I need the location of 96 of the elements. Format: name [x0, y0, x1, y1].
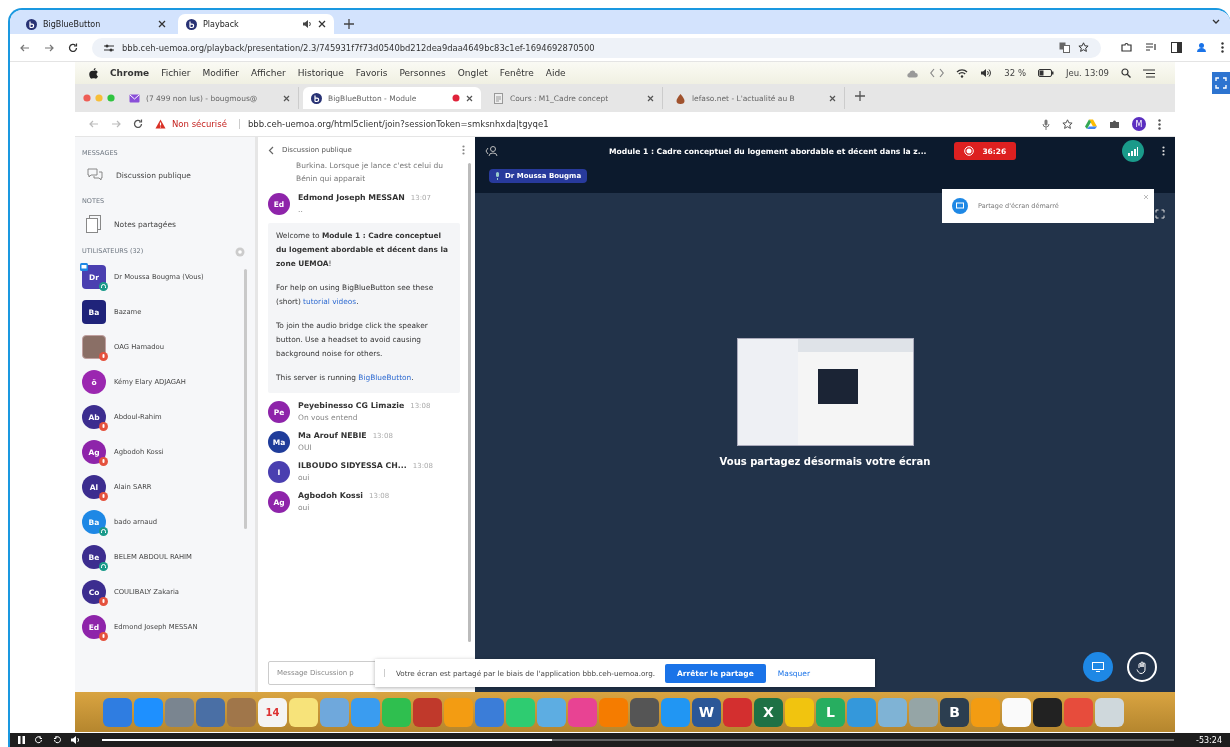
envelope-icon — [129, 92, 140, 104]
browser-tab[interactable]: Playback — [178, 14, 334, 34]
battery-icon — [1037, 69, 1054, 77]
app-icon[interactable]: 14 — [258, 697, 287, 727]
record-icon — [964, 146, 975, 156]
tune-icon — [104, 43, 114, 52]
recording-dot-icon — [452, 94, 460, 102]
monitor-icon — [1092, 662, 1104, 672]
wifi-icon — [956, 68, 969, 78]
list-icon — [1143, 68, 1155, 78]
remaining-time: -53:24 — [1196, 735, 1222, 745]
side-panel-icon — [1171, 42, 1182, 53]
close-icon — [829, 94, 836, 102]
menu-item[interactable]: Personnes — [399, 68, 446, 78]
settings-icon — [235, 247, 245, 257]
app-icon[interactable] — [1033, 697, 1062, 727]
plus-icon — [344, 19, 354, 29]
volume-icon — [71, 736, 80, 744]
battery-percentage: 32 % — [1004, 68, 1026, 78]
forward-icon — [53, 736, 61, 744]
app-menu[interactable]: Chrome — [110, 68, 150, 78]
close-icon — [647, 94, 654, 102]
url-text: bbb.ceh-uemoa.org/playback/presentation/2.3/745931f7f73d0540bd212dea9daa4649bc83c1ef-1694692870500 — [122, 42, 595, 53]
speaker-icon — [980, 68, 993, 78]
notes-icon — [86, 215, 102, 233]
screen-share-button[interactable] — [1083, 652, 1113, 682]
menu-item[interactable]: Historique — [297, 68, 344, 78]
screen-share-status: Vous partagez désormais votre écran — [719, 456, 931, 467]
hand-icon — [1136, 660, 1148, 674]
microphone-icon — [495, 172, 500, 180]
menu-item[interactable]: Favoris — [355, 68, 388, 78]
more-icon — [462, 145, 465, 155]
url-text: bbb.ceh-uemoa.org/html5client/join?sessionToken=smksnhxda|tgyqe1 — [238, 119, 549, 129]
plus-icon — [855, 90, 865, 101]
app-icon[interactable]: W — [692, 697, 721, 727]
connection-status-button[interactable] — [1122, 140, 1144, 162]
address-bar[interactable]: bbb.ceh-uemoa.org/playback/presentation/2.3/745931f7f73d0540bd212dea9daa4649bc83c1ef-1694692870500 — [92, 37, 1101, 58]
forward-arrow-icon — [111, 119, 121, 129]
close-icon — [1143, 194, 1149, 200]
playlist-icon — [1146, 42, 1157, 53]
app-icon[interactable]: B — [940, 697, 969, 727]
fullscreen-icon — [1155, 209, 1165, 219]
rewind-icon — [35, 736, 43, 744]
app-icon[interactable]: X — [754, 697, 783, 727]
fullscreen-button[interactable] — [1212, 72, 1230, 94]
user-list-toggle-icon — [485, 145, 499, 157]
window-controls-icon — [83, 94, 117, 102]
search-icon — [1121, 68, 1131, 78]
chevron-down-icon — [1212, 19, 1220, 25]
menu-item[interactable]: Fichier — [161, 68, 191, 78]
tab-title: Playback — [203, 19, 240, 29]
raise-hand-button[interactable] — [1127, 652, 1157, 682]
apple-logo-icon — [89, 67, 98, 79]
reload-icon — [68, 42, 78, 53]
close-icon — [158, 20, 166, 28]
microphone-icon — [1042, 118, 1050, 130]
flame-icon — [675, 92, 686, 104]
fullscreen-icon — [1215, 77, 1227, 89]
menu-item[interactable]: Onglet — [457, 68, 488, 78]
security-warning: Non sécurisé — [172, 119, 227, 129]
chat-bubbles-icon — [86, 167, 104, 183]
tab-title: BigBlueButton — [43, 19, 102, 29]
back-arrow-icon — [20, 42, 30, 53]
more-icon — [1221, 42, 1224, 53]
document-icon — [493, 92, 504, 104]
browser-tab[interactable]: BigBlueButton — [18, 14, 174, 34]
profile-icon — [1196, 42, 1207, 53]
star-icon — [1062, 118, 1073, 130]
menu-item[interactable]: Fenêtre — [499, 68, 534, 78]
code-brackets-icon — [930, 68, 945, 78]
star-icon — [1078, 42, 1089, 53]
menu-item[interactable]: Modifier — [202, 68, 239, 78]
bbb-logo-icon — [311, 92, 322, 104]
app-icon[interactable] — [630, 697, 659, 727]
reload-icon — [133, 119, 143, 129]
menu-item[interactable]: Aide — [545, 68, 566, 78]
cloud-icon — [906, 68, 919, 78]
menu-item[interactable]: Afficher — [250, 68, 286, 78]
profile-avatar[interactable]: M — [1132, 117, 1146, 131]
warning-icon — [155, 119, 166, 129]
more-icon — [1162, 146, 1165, 156]
forward-arrow-icon — [44, 42, 54, 53]
close-icon — [283, 94, 290, 102]
close-icon — [318, 20, 326, 28]
drag-handle-icon — [383, 669, 386, 677]
triangle-logo-icon — [1085, 119, 1097, 129]
signal-bars-icon — [1128, 146, 1138, 156]
bbb-logo-icon — [26, 18, 37, 30]
chevron-left-icon — [268, 145, 274, 155]
screen-share-icon — [952, 198, 968, 214]
back-arrow-icon — [89, 119, 99, 129]
more-icon — [1158, 118, 1161, 130]
bbb-logo-icon — [186, 18, 197, 30]
close-icon — [466, 94, 473, 102]
menu-bar-clock: Jeu. 13:09 — [1065, 68, 1109, 78]
translate-icon — [1059, 42, 1070, 53]
